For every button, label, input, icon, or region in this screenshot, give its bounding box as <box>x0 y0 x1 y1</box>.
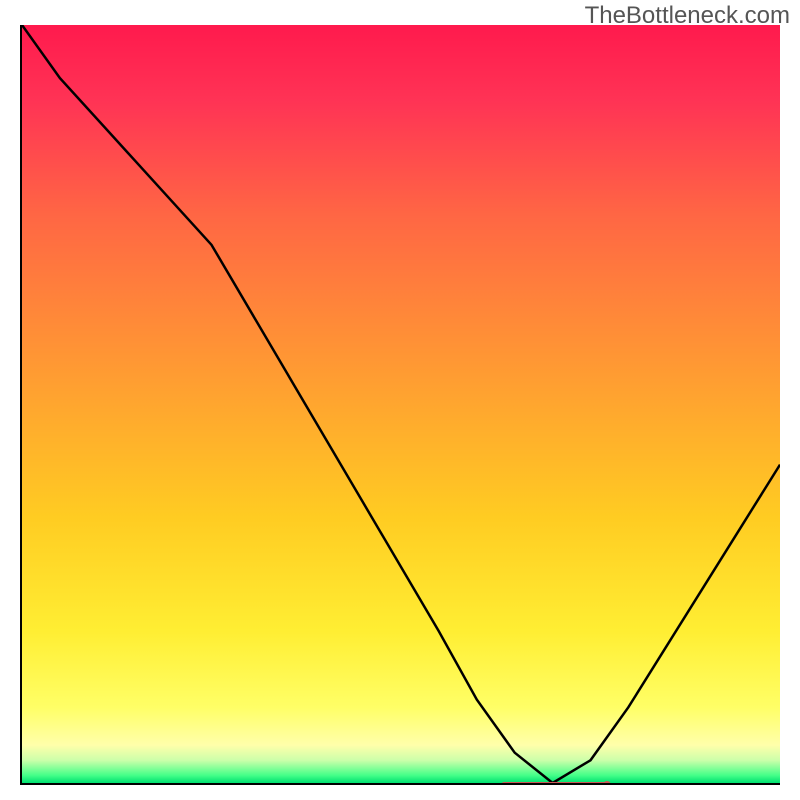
curve-svg <box>22 25 780 783</box>
watermark-text: TheBottleneck.com <box>585 2 790 30</box>
optimum-marker <box>501 782 607 785</box>
plot-area <box>20 25 780 785</box>
bottleneck-curve-path <box>22 25 780 783</box>
optimum-marker-dot <box>603 781 611 785</box>
bottleneck-chart: TheBottleneck.com <box>0 0 800 800</box>
